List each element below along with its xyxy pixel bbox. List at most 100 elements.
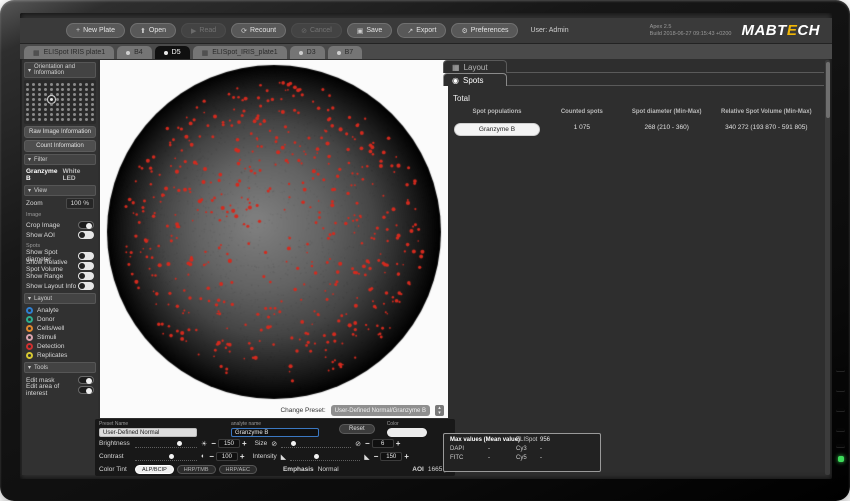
section-filter[interactable]: ▾ Filter	[24, 154, 96, 165]
plate-well[interactable]	[50, 103, 53, 106]
plate-well[interactable]	[85, 98, 88, 101]
plate-well[interactable]	[61, 103, 64, 106]
plate-well[interactable]	[91, 113, 94, 116]
plate-well[interactable]	[38, 88, 41, 91]
crop-image-toggle[interactable]	[78, 221, 94, 229]
plate-well[interactable]	[44, 83, 47, 86]
plate-well[interactable]	[56, 83, 59, 86]
tint-hrp-tmb-button[interactable]: HRP/TMB	[177, 465, 216, 474]
plate-well[interactable]	[91, 93, 94, 96]
plate-well[interactable]	[38, 108, 41, 111]
plate-well[interactable]	[91, 88, 94, 91]
new-plate-button[interactable]: +New Plate	[66, 23, 125, 38]
population-pill[interactable]: Granzyme B	[455, 124, 539, 135]
well-image-canvas[interactable]	[102, 62, 446, 402]
plate-well[interactable]	[26, 108, 29, 111]
plate-well[interactable]	[85, 113, 88, 116]
plate-well[interactable]	[67, 103, 70, 106]
section-orientation[interactable]: ▾ Orientation and Information	[24, 62, 96, 78]
plate-well[interactable]	[79, 98, 82, 101]
plate-well[interactable]	[26, 118, 29, 121]
layout-item-donor[interactable]: Donor	[24, 315, 96, 324]
plate-well[interactable]	[32, 108, 35, 111]
export-button[interactable]: ↗Export	[397, 23, 446, 38]
section-view[interactable]: ▾ View	[24, 185, 96, 196]
plate-well[interactable]	[26, 98, 29, 101]
plate-well[interactable]	[79, 88, 82, 91]
plate-well[interactable]	[26, 83, 29, 86]
plate-well[interactable]	[61, 88, 64, 91]
plate-well[interactable]	[32, 93, 35, 96]
tab-d5[interactable]: D5	[155, 46, 190, 59]
plate-well[interactable]	[61, 113, 64, 116]
plate-well[interactable]	[61, 118, 64, 121]
analyte-name-input[interactable]: Granzyme B	[231, 428, 319, 437]
plate-well[interactable]	[85, 118, 88, 121]
brightness-value[interactable]: 150	[218, 439, 240, 448]
count-information-button[interactable]: Count Information	[24, 140, 96, 152]
plate-well[interactable]	[91, 103, 94, 106]
show-relative-spot-volume-toggle[interactable]	[78, 262, 94, 270]
plate-well[interactable]	[79, 118, 82, 121]
tab-elispot-iris-plate1[interactable]: ▦ELISpot_IRIS_plate1	[193, 46, 287, 59]
contrast-minus-button[interactable]: −	[209, 453, 214, 461]
show-range-toggle[interactable]	[78, 272, 94, 280]
plate-well[interactable]	[91, 98, 94, 101]
tab-b7[interactable]: B7	[328, 46, 363, 59]
plate-well[interactable]	[44, 103, 47, 106]
edit-area-of-interest-toggle[interactable]	[78, 386, 94, 394]
plate-well[interactable]	[79, 103, 82, 106]
plate-well[interactable]	[67, 88, 70, 91]
intensity-slider-knob[interactable]	[314, 454, 319, 459]
zoom-value-field[interactable]: 100 %	[66, 198, 94, 209]
plate-well[interactable]	[50, 113, 53, 116]
monitor-button[interactable]	[836, 368, 845, 371]
plate-well[interactable]	[26, 88, 29, 91]
brightness-slider-knob[interactable]	[177, 441, 182, 446]
plate-well[interactable]	[32, 83, 35, 86]
size-slider-knob[interactable]	[291, 441, 296, 446]
plate-well-selected[interactable]	[50, 98, 53, 101]
plate-well[interactable]	[44, 118, 47, 121]
layout-item-stimuli[interactable]: Stimuli	[24, 333, 96, 342]
plate-well[interactable]	[85, 88, 88, 91]
plate-well[interactable]	[61, 83, 64, 86]
filter-name[interactable]: Granzyme B	[26, 168, 63, 182]
size-value[interactable]: 6	[372, 439, 394, 448]
plate-well[interactable]	[44, 113, 47, 116]
plate-well[interactable]	[85, 93, 88, 96]
plate-well[interactable]	[85, 83, 88, 86]
plate-well[interactable]	[56, 88, 59, 91]
plate-well[interactable]	[73, 103, 76, 106]
scrollbar-thumb[interactable]	[826, 62, 830, 118]
plate-well[interactable]	[85, 103, 88, 106]
edit-mask-toggle[interactable]	[78, 376, 94, 384]
show-aoi-toggle[interactable]	[78, 231, 94, 239]
plate-well[interactable]	[50, 93, 53, 96]
plate-well[interactable]	[85, 108, 88, 111]
brightness-slider[interactable]	[135, 440, 197, 448]
plate-well[interactable]	[50, 118, 53, 121]
plate-well[interactable]	[73, 93, 76, 96]
preset-name-input[interactable]: User-Defined Normal	[99, 428, 197, 437]
plate-well[interactable]	[38, 113, 41, 116]
open-button[interactable]: ⬆Open	[130, 23, 176, 38]
plate-well[interactable]	[44, 88, 47, 91]
save-button[interactable]: ▣Save	[347, 23, 393, 38]
plate-well[interactable]	[44, 108, 47, 111]
filter-type[interactable]: White LED	[63, 168, 94, 182]
plate-well[interactable]	[56, 93, 59, 96]
plate-well[interactable]	[73, 83, 76, 86]
plate-well[interactable]	[26, 93, 29, 96]
plate-well[interactable]	[67, 113, 70, 116]
layout-item-cells-well[interactable]: Cells/well	[24, 324, 96, 333]
plate-well[interactable]	[56, 108, 59, 111]
intensity-plus-button[interactable]: +	[404, 453, 409, 461]
tab-spots[interactable]: ◉ Spots	[443, 73, 507, 86]
plate-well[interactable]	[26, 113, 29, 116]
preferences-button[interactable]: ⚙Preferences	[451, 23, 518, 38]
plate-well[interactable]	[67, 108, 70, 111]
plate-well[interactable]	[79, 83, 82, 86]
plate-well[interactable]	[73, 118, 76, 121]
plate-well[interactable]	[38, 83, 41, 86]
